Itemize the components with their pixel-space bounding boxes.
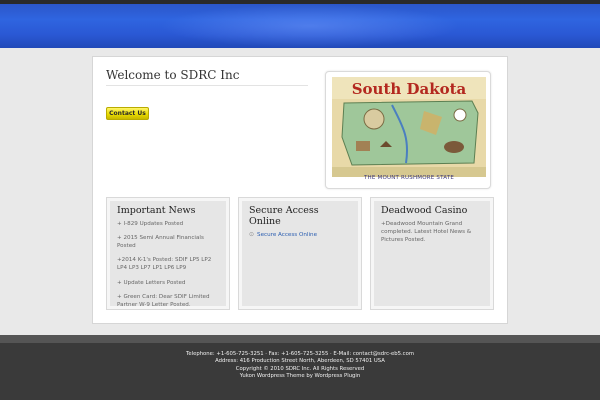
news-item: + I-829 Updates Posted [117, 221, 184, 227]
header-band [0, 4, 600, 48]
news-panel: Important News + I-829 Updates Posted + … [106, 197, 230, 310]
bullet-icon: ⊙ [249, 231, 255, 238]
contact-us-button[interactable]: Contact Us [106, 107, 149, 120]
footer-divider [0, 335, 600, 343]
map-caption: THE MOUNT RUSHMORE STATE [363, 175, 455, 181]
casino-panel-inner: Deadwood Casino +Deadwood Mountain Grand… [374, 201, 490, 306]
footer-contact: Telephone: +1-605-725-3251 · Fax: +1-605… [186, 351, 414, 357]
map-illustration: South Dakota [332, 77, 486, 177]
secure-access-link[interactable]: Secure Access Online [257, 232, 317, 238]
south-dakota-map-image: South Dakota THE MOUNT RUSHMORE STATE [325, 71, 491, 189]
secure-access-link-row[interactable]: ⊙ Secure Access Online [249, 231, 351, 238]
news-item: + Green Card: Dear SDIF Limited Partner … [117, 293, 210, 308]
news-item: + 2015 Semi Annual Financials Posted [117, 235, 204, 250]
secure-access-title: Secure Access Online [249, 205, 319, 227]
casino-panel-title: Deadwood Casino [381, 205, 468, 216]
page-title: Welcome to SDRC Inc [106, 68, 240, 82]
header-glow [160, 4, 460, 48]
title-divider [106, 85, 308, 86]
news-panel-inner: Important News + I-829 Updates Posted + … [110, 201, 226, 309]
content-card: Welcome to SDRC Inc Contact Us South Dak… [92, 56, 508, 324]
news-panel-title: Important News [117, 205, 196, 216]
footer-copyright: Copyright © 2010 SDRC Inc. All Rights Re… [235, 365, 365, 372]
secure-access-panel: Secure Access Online ⊙ Secure Access Onl… [238, 197, 362, 310]
footer-theme-credit: Yukon Wordpress Theme by Wordpress Plugi… [239, 373, 361, 380]
news-item: +2014 K-1's Posted: SDIF LP5 LP2 LP4 LP3… [117, 257, 212, 272]
map-title-text: South Dakota [352, 80, 467, 98]
casino-panel: Deadwood Casino +Deadwood Mountain Grand… [370, 197, 494, 310]
footer: Telephone: +1-605-725-3251 · Fax: +1-605… [0, 343, 600, 400]
footer-address: Address: 416 Production Street North, Ab… [215, 358, 385, 365]
news-item: + Update Letters Posted [117, 279, 186, 286]
secure-access-panel-inner: Secure Access Online ⊙ Secure Access Onl… [242, 201, 358, 306]
casino-text: +Deadwood Mountain Grand completed. Late… [381, 221, 472, 244]
news-list: + I-829 Updates Posted + 2015 Semi Annua… [117, 220, 219, 309]
